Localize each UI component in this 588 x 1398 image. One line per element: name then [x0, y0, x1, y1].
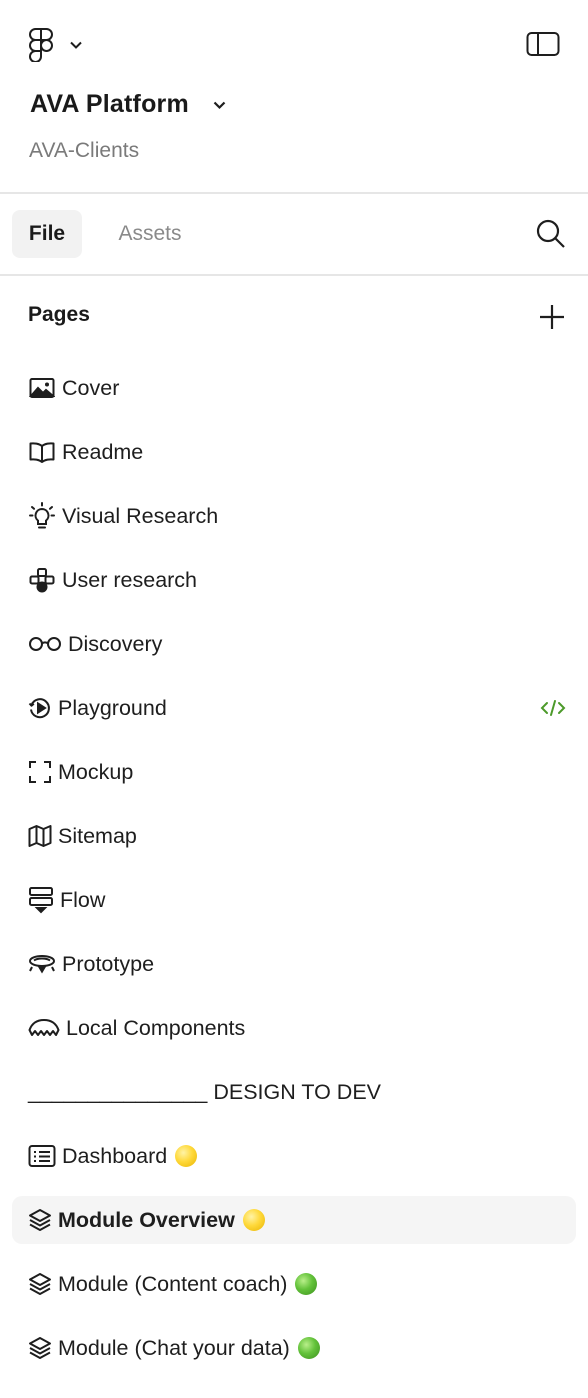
page-item-module-content-coach[interactable]: Module (Content coach)	[12, 1260, 576, 1308]
search-icon[interactable]	[533, 216, 569, 252]
chevron-down-icon	[70, 41, 82, 49]
page-item-label: Module (Chat your data)	[58, 1335, 290, 1360]
page-item-sitemap[interactable]: Sitemap	[12, 812, 576, 860]
add-page-plus-icon[interactable]	[537, 302, 567, 332]
figma-menu-button[interactable]	[28, 26, 92, 64]
page-item-label: Readme	[62, 439, 144, 464]
pages-heading: Pages	[28, 303, 90, 326]
layers-icon	[28, 1270, 52, 1298]
divider	[0, 274, 588, 276]
component-icon	[28, 1014, 60, 1042]
page-item-label: Discovery	[68, 631, 163, 656]
page-item-visual-research[interactable]: Visual Research	[12, 492, 576, 540]
page-item-flow[interactable]: Flow	[12, 876, 576, 924]
page-item-design-to-dev-separator[interactable]: _______________ DESIGN TO DEV	[12, 1068, 576, 1116]
page-item-label: User research	[62, 567, 198, 592]
project-title: AVA Platform	[30, 90, 189, 118]
book-icon	[28, 438, 56, 466]
page-item-module-chat-your-data[interactable]: Module (Chat your data)	[12, 1324, 576, 1372]
page-item-discovery[interactable]: Discovery	[12, 620, 576, 668]
divider	[0, 192, 588, 194]
page-item-label: Visual Research	[62, 503, 219, 528]
page-item-label: Module (Content coach)	[58, 1271, 288, 1296]
page-item-label: Module Overview	[58, 1207, 235, 1232]
page-item-label: Playground	[58, 695, 167, 720]
chevron-down-icon	[213, 97, 226, 115]
page-item-label: _______________ DESIGN TO DEV	[28, 1079, 381, 1104]
page-item-mockup[interactable]: Mockup	[12, 748, 576, 796]
lightbulb-icon	[28, 502, 56, 530]
page-item-label: Dashboard	[62, 1143, 168, 1168]
image-icon	[28, 374, 56, 402]
project-title-dropdown[interactable]: AVA Platform	[30, 90, 226, 119]
page-item-playground[interactable]: Playground	[12, 684, 576, 732]
page-item-dashboard[interactable]: Dashboard	[12, 1132, 576, 1180]
flow-icon	[28, 886, 54, 914]
page-item-label: Cover	[62, 375, 120, 400]
glasses-icon	[28, 630, 62, 658]
tab-file[interactable]: File	[12, 210, 82, 258]
page-item-module-overview[interactable]: Module Overview	[12, 1196, 576, 1244]
team-name: AVA-Clients	[29, 139, 140, 162]
page-item-label: Flow	[60, 887, 106, 912]
hovercraft-icon	[28, 950, 56, 978]
page-item-user-research[interactable]: User research	[12, 556, 576, 604]
yellow-circle-icon	[242, 1209, 265, 1231]
yellow-circle-icon	[175, 1145, 198, 1167]
list-window-icon	[28, 1142, 56, 1170]
layers-icon	[28, 1206, 52, 1234]
tab-assets[interactable]: Assets	[100, 210, 200, 258]
sidebar-toggle-icon[interactable]	[526, 30, 560, 58]
green-circle-icon	[295, 1273, 318, 1295]
dev-mode-icon	[540, 696, 566, 720]
play-history-icon	[28, 694, 52, 722]
map-icon	[28, 822, 52, 850]
page-item-label: Prototype	[62, 951, 155, 976]
page-item-label: Mockup	[58, 759, 134, 784]
page-item-cover[interactable]: Cover	[12, 364, 576, 412]
page-item-label: Sitemap	[58, 823, 137, 848]
green-circle-icon	[297, 1337, 320, 1359]
page-item-local-components[interactable]: Local Components	[12, 1004, 576, 1052]
page-item-label: Local Components	[66, 1015, 246, 1040]
frame-corners-icon	[28, 758, 52, 786]
figma-logo-icon	[28, 28, 54, 62]
layers-icon	[28, 1334, 52, 1362]
page-item-prototype[interactable]: Prototype	[12, 940, 576, 988]
page-item-readme[interactable]: Readme	[12, 428, 576, 476]
gamepad-icon	[28, 566, 56, 594]
